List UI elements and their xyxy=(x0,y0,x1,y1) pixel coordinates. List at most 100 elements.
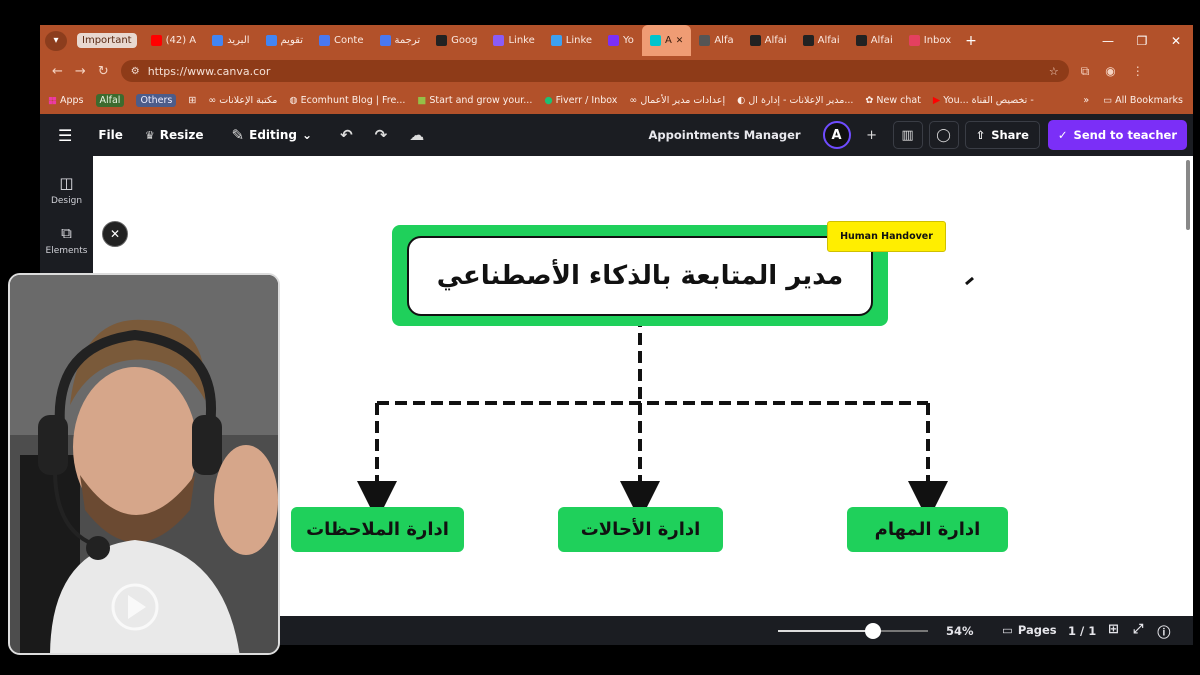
address-bar-row: ← → ↻ ⚙ https://www.canva.cor ☆ ⧉ ◉ ⋮ xyxy=(40,56,1193,86)
bookmark-youtube[interactable]: ▶ You... تخصيص القناة - xyxy=(933,95,1034,106)
browser-tab[interactable]: Alfa xyxy=(691,25,741,56)
avatar[interactable]: A xyxy=(822,121,851,149)
back-icon[interactable]: ← xyxy=(52,64,63,79)
sidebar-item-elements[interactable]: ⧉ Elements xyxy=(40,224,93,256)
bookmark-alfal[interactable]: Alfal xyxy=(95,93,125,107)
bookmark-apps[interactable]: ▦ Apps xyxy=(48,95,84,106)
tab-favicon-icon xyxy=(649,35,661,46)
forward-icon[interactable]: → xyxy=(75,64,86,79)
tab-label: Linke xyxy=(565,35,593,46)
bookmark-business-settings[interactable]: ∞ إعدادات مدير الأعمال xyxy=(629,95,725,106)
hamburger-menu-icon[interactable]: ☰ xyxy=(58,126,72,145)
redo-icon[interactable]: ↷ xyxy=(375,126,388,144)
tab-label: Alfai xyxy=(817,35,840,46)
design-icon: ◫ xyxy=(59,174,74,192)
all-bookmarks[interactable]: ▭ All Bookmarks xyxy=(1103,95,1183,106)
zoom-value[interactable]: 54% xyxy=(946,624,974,638)
browser-tab[interactable]: Linke xyxy=(543,25,600,56)
tab-label: تقويم xyxy=(280,35,303,46)
browser-tab[interactable]: تقويم xyxy=(258,25,311,56)
design-title[interactable]: Appointments Manager xyxy=(649,128,801,142)
close-window-icon[interactable]: ✕ xyxy=(1159,25,1193,56)
insights-chart-icon[interactable]: ▥ xyxy=(892,121,923,149)
zoom-slider[interactable] xyxy=(778,623,928,639)
share-button[interactable]: ⇧ Share xyxy=(964,121,1040,149)
main-node-label: مدير المتابعة بالذكاء الأصطناعي xyxy=(436,261,844,291)
bookmark-fiverr[interactable]: ● Fiverr / Inbox xyxy=(544,95,617,106)
browser-tab[interactable]: (42) A xyxy=(143,25,205,56)
tab-strip: ▾ Important (42) A البريد تقويم Conte ترجمة G… xyxy=(40,25,1193,56)
bookmark-ads-library[interactable]: ∞ مكتبة الإعلانات xyxy=(208,95,277,106)
close-tab-icon[interactable]: ✕ xyxy=(676,36,684,46)
child-node-referrals[interactable]: ادارة الأحالات xyxy=(558,507,723,552)
tab-search-icon[interactable]: ▾ xyxy=(45,30,67,51)
pages-button[interactable]: ▭ Pages xyxy=(1002,623,1057,637)
youtube-icon: ▶ xyxy=(932,94,941,106)
child-node-notes[interactable]: ادارة الملاحظات xyxy=(291,507,464,552)
site-info-icon[interactable]: ⚙ xyxy=(131,66,140,77)
bookmark-star-icon[interactable]: ☆ xyxy=(1049,65,1059,78)
bookmark-others[interactable]: Others xyxy=(136,93,177,107)
webcam-overlay xyxy=(8,273,280,655)
tab-label: Alfai xyxy=(764,35,787,46)
fiverr-icon: ● xyxy=(544,94,553,106)
browser-tab[interactable]: Inbox xyxy=(901,25,959,56)
browser-tab[interactable]: Alfai xyxy=(848,25,901,56)
more-bookmarks-icon[interactable]: » xyxy=(1083,95,1089,106)
canva-toolbar: ☰ File ♛ Resize ✎ Editing ⌄ ↶ ↷ ☁ Appointme… xyxy=(40,114,1193,156)
zoom-slider-fill xyxy=(778,630,873,632)
comment-icon[interactable]: ◯ xyxy=(928,121,959,149)
browser-tab[interactable]: Goog xyxy=(428,25,485,56)
tab-favicon-icon xyxy=(265,35,277,46)
fullscreen-icon[interactable]: ⤢ xyxy=(1133,622,1143,641)
reload-icon[interactable]: ↻ xyxy=(98,64,109,79)
close-panel-icon[interactable]: ✕ xyxy=(102,221,128,247)
child-node-tasks[interactable]: ادارة المهام xyxy=(847,507,1008,552)
tab-favicon-icon xyxy=(493,35,505,46)
bookmark-ads-manager[interactable]: ◐ مدير الإعلانات - إدارة ال... xyxy=(737,95,853,106)
tab-label: Alfa xyxy=(714,35,734,46)
chevron-down-icon: ⌄ xyxy=(302,128,313,142)
bookmark-new-chat[interactable]: ✿ New chat xyxy=(865,95,921,106)
tab-group-important[interactable]: Important xyxy=(77,33,137,48)
vertical-scrollbar[interactable] xyxy=(1186,160,1190,230)
browser-tab[interactable]: Linke xyxy=(485,25,542,56)
bookmark-ecomhunt[interactable]: ◍ Ecomhunt Blog | Fre... xyxy=(289,95,405,106)
diagram-main-node[interactable]: مدير المتابعة بالذكاء الأصطناعي xyxy=(392,225,888,326)
file-menu[interactable]: File xyxy=(98,128,123,142)
send-to-teacher-button[interactable]: ✓ Send to teacher xyxy=(1047,120,1187,150)
meta-icon: ∞ xyxy=(629,94,638,106)
bookmark-grid-icon[interactable]: ⊞ xyxy=(188,95,196,106)
browser-tab[interactable]: Alfai xyxy=(795,25,848,56)
tab-label: ترجمة xyxy=(394,35,421,46)
browser-tab[interactable]: Conte xyxy=(311,25,372,56)
grid-view-icon[interactable]: ⊞ xyxy=(1108,622,1119,641)
new-tab-icon[interactable]: + xyxy=(965,33,977,49)
globe-icon: ◐ xyxy=(737,94,746,106)
add-collaborator-icon[interactable]: + xyxy=(857,121,887,149)
window-controls: — ❐ ✕ xyxy=(1091,25,1193,56)
editing-mode-button[interactable]: ✎ Editing ⌄ xyxy=(232,126,313,144)
human-handover-tag[interactable]: Human Handover xyxy=(827,221,946,252)
restore-icon[interactable]: ❐ xyxy=(1125,25,1159,56)
help-icon[interactable]: ⓘ xyxy=(1157,622,1170,641)
undo-icon[interactable]: ↶ xyxy=(340,126,353,144)
page-number[interactable]: 1 / 1 xyxy=(1068,624,1096,638)
browser-tab[interactable]: A ✕ xyxy=(641,25,692,56)
resize-button[interactable]: ♛ Resize xyxy=(145,128,204,142)
cloud-saved-icon[interactable]: ☁ xyxy=(409,126,424,144)
menu-kebab-icon[interactable]: ⋮ xyxy=(1132,64,1144,79)
browser-tab[interactable]: البريد xyxy=(204,25,257,56)
pages-icon: ▭ xyxy=(1002,623,1013,637)
minimize-icon[interactable]: — xyxy=(1091,25,1125,56)
browser-tab[interactable]: Alfai xyxy=(742,25,795,56)
bookmark-shopify[interactable]: ■ Start and grow your... xyxy=(417,95,532,106)
profile-icon[interactable]: ◉ xyxy=(1105,64,1115,79)
browser-tab[interactable]: Yo xyxy=(600,25,642,56)
extensions-icon[interactable]: ⧉ xyxy=(1081,64,1090,79)
browser-tab[interactable]: ترجمة xyxy=(372,25,429,56)
sidebar-item-design[interactable]: ◫ Design xyxy=(40,174,93,206)
url-field[interactable]: ⚙ https://www.canva.cor ☆ xyxy=(120,60,1069,82)
tab-favicon-icon xyxy=(608,35,620,46)
zoom-slider-knob[interactable] xyxy=(864,623,881,639)
